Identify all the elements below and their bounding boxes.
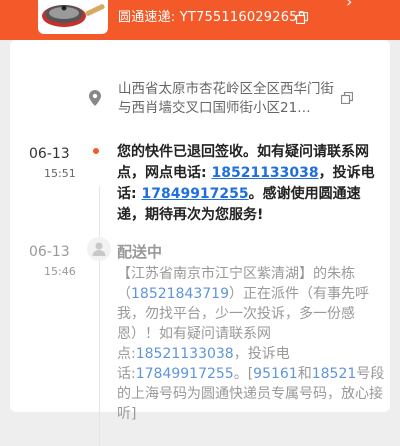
chevron-right-icon[interactable]: › <box>346 0 352 11</box>
delivery-address: 山西省太原市杏花岭区全区西华门街与西肖墙交叉口国师街小区21… <box>10 40 390 130</box>
timeline-dot <box>93 148 99 154</box>
address-text: 山西省太原市杏花岭区全区西华门街与西肖墙交叉口国师街小区21… <box>118 81 334 116</box>
event-description: 【江苏省南京市江宁区紫清湖】的朱栋（18521843719）正在派件（有事先呼我… <box>117 264 385 424</box>
phone-link[interactable]: 17849917255 <box>136 366 234 382</box>
phone-link[interactable]: 18521 <box>312 366 357 382</box>
phone-link[interactable]: 18521843719 <box>131 286 229 302</box>
location-pin-icon <box>89 90 101 110</box>
event-time: 15:46 <box>44 265 76 278</box>
event-date: 06-13 <box>29 244 70 260</box>
order-header: 圆通速递: YT7551160292652 › <box>0 0 400 40</box>
copy-icon[interactable] <box>295 9 309 28</box>
product-thumbnail[interactable] <box>38 0 108 34</box>
phone-link[interactable]: 18521133038 <box>136 346 234 362</box>
event-date: 06-13 <box>29 146 70 162</box>
phone-link[interactable]: 18521133038 <box>211 165 318 181</box>
timeline-line <box>99 186 100 446</box>
tracking-card: 山西省太原市杏花岭区全区西华门街与西肖墙交叉口国师街小区21… 06-13 15… <box>10 40 390 446</box>
frying-pan-image <box>42 4 105 27</box>
event-text: 和 <box>297 366 312 382</box>
event-time: 15:51 <box>44 167 76 180</box>
event-description: 您的快件已退回签收。如有疑问请联系网点，网点电话: 18521133038，投诉… <box>117 142 377 226</box>
event-text: 。[ <box>233 366 254 382</box>
copy-icon[interactable] <box>340 89 354 108</box>
phone-link[interactable]: 95161 <box>253 366 298 382</box>
tracking-number: 圆通速递: YT7551160292652 <box>118 10 307 25</box>
event-status: 配送中 <box>117 243 163 261</box>
courier-icon <box>87 237 111 261</box>
phone-link[interactable]: 17849917255 <box>141 186 248 202</box>
